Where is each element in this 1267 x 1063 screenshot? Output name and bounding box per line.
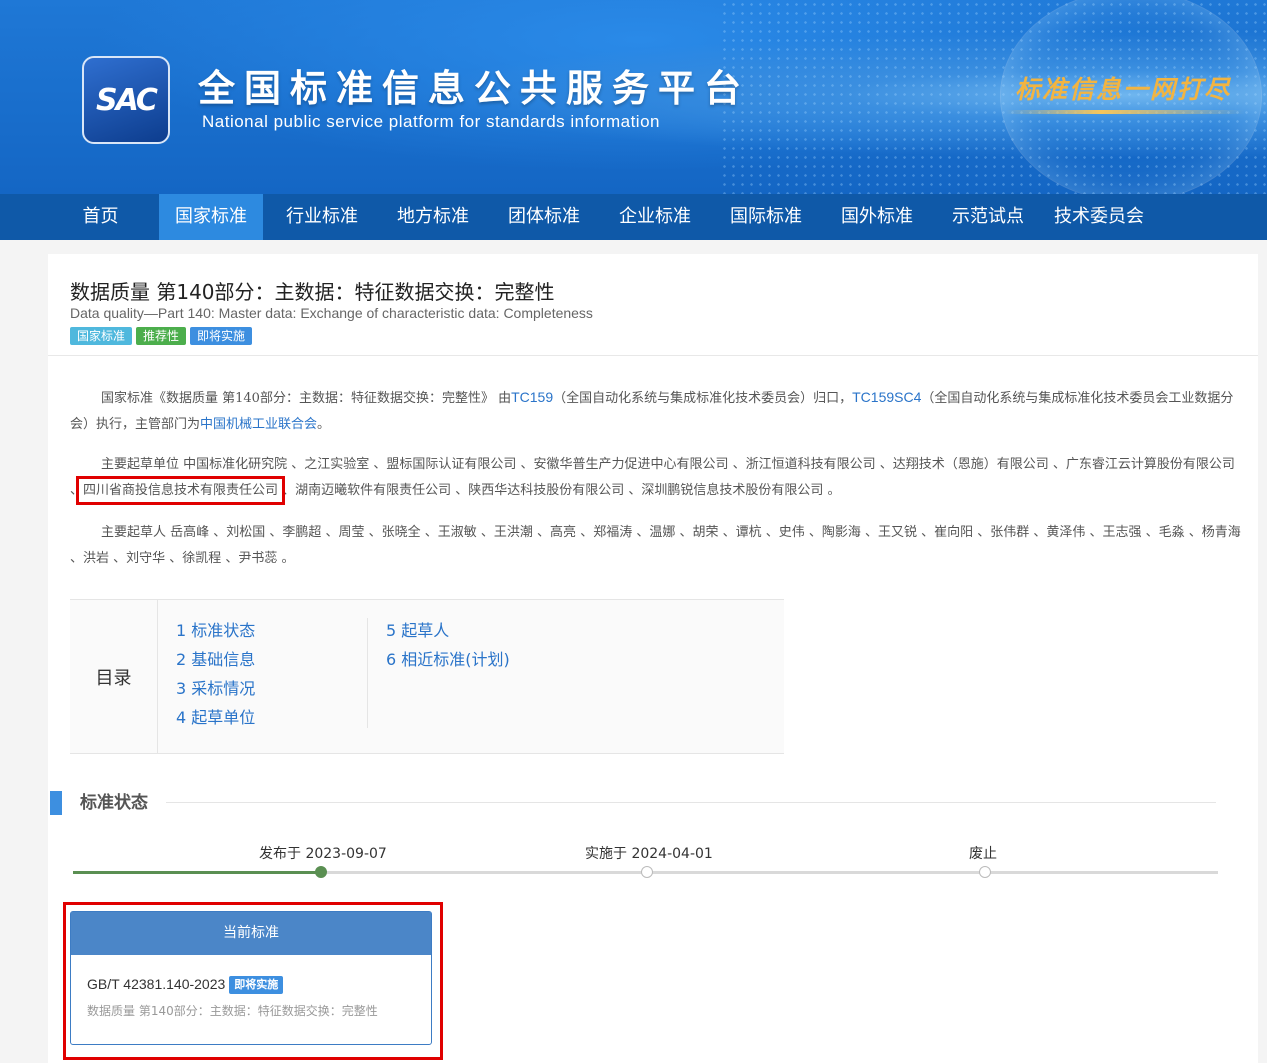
toc-item-status[interactable]: 1 标准状态 [176, 616, 255, 645]
slogan: 标准信息一网打尽 [1015, 75, 1232, 104]
timeline-dot-implemented [641, 866, 653, 878]
nav-local-standards[interactable]: 地方标准 [381, 194, 485, 240]
header-banner: SAC 全国标准信息公共服务平台 National public service… [0, 0, 1267, 194]
toc-item-adoption[interactable]: 3 采标情况 [176, 674, 255, 703]
tc159sc4-link[interactable]: TC159SC4 [852, 389, 921, 405]
toc-item-drafting-units[interactable]: 4 起草单位 [176, 703, 255, 732]
table-of-contents: 目录 1 标准状态 2 基础信息 3 采标情况 4 起草单位 5 起草人 6 相… [70, 599, 784, 754]
timeline-progress [73, 871, 320, 874]
divider [48, 355, 1258, 356]
toc-item-similar-standards[interactable]: 6 相近标准(计划) [386, 645, 510, 674]
nav-enterprise-standards[interactable]: 企业标准 [603, 194, 707, 240]
timeline-dot-abolished [979, 866, 991, 878]
tag-upcoming: 即将实施 [190, 327, 253, 345]
tag-recommended: 推荐性 [136, 327, 187, 345]
toc-label: 目录 [70, 600, 158, 753]
standard-title: 数据质量 第140部分：主数据：特征数据交换：完整性 [70, 280, 555, 304]
section-divider [166, 802, 1216, 803]
toc-item-basic-info[interactable]: 2 基础信息 [176, 645, 255, 674]
highlighted-drafting-unit: 四川省商投信息技术有限责任公司 [76, 476, 286, 505]
toc-item-drafters[interactable]: 5 起草人 [386, 616, 510, 645]
toc-column-1: 1 标准状态 2 基础信息 3 采标情况 4 起草单位 [176, 616, 255, 732]
drafting-units-paragraph: 主要起草单位 中国标准化研究院 、之江实验室 、盟标国际认证有限公司 、安徽华普… [70, 457, 1235, 505]
nav-industry-standards[interactable]: 行业标准 [270, 194, 374, 240]
description-paragraph: 国家标准《数据质量 第140部分：主数据：特征数据交换：完整性》 由TC159（… [70, 389, 1234, 432]
section-marker [50, 791, 62, 815]
main-nav: 首页 国家标准 行业标准 地方标准 团体标准 企业标准 国际标准 国外标准 示范… [0, 194, 1267, 240]
toc-column-2: 5 起草人 6 相近标准(计划) [386, 616, 510, 674]
standard-title-en: Data quality—Part 140: Master data: Exch… [70, 305, 593, 321]
sac-logo[interactable]: SAC [82, 56, 170, 144]
nav-international-standards[interactable]: 国际标准 [714, 194, 818, 240]
slogan-streak [1005, 110, 1245, 114]
section-title-status: 标准状态 [80, 793, 148, 813]
current-standard-badge: 即将实施 [229, 976, 284, 994]
timeline-abolished: 废止 [969, 846, 997, 862]
site-subtitle: National public service platform for sta… [202, 112, 660, 131]
tc159-link[interactable]: TC159 [511, 389, 553, 405]
nav-group-standards[interactable]: 团体标准 [492, 194, 596, 240]
current-standard-name: 数据质量 第140部分：主数据：特征数据交换：完整性 [87, 1004, 378, 1018]
timeline-published: 发布于 2023-09-07 [259, 846, 387, 862]
tag-national-standard: 国家标准 [70, 327, 133, 345]
nav-home[interactable]: 首页 [62, 194, 139, 240]
standard-detail-panel: 数据质量 第140部分：主数据：特征数据交换：完整性 Data quality—… [48, 254, 1258, 1063]
current-standard-code: GB/T 42381.140-2023 即将实施 [87, 976, 284, 994]
nav-foreign-standards[interactable]: 国外标准 [825, 194, 929, 240]
standard-tags: 国家标准 推荐性 即将实施 [70, 327, 253, 345]
current-standard-header: 当前标准 [71, 912, 431, 955]
site-title: 全国标准信息公共服务平台 [198, 67, 750, 110]
toc-separator [367, 618, 368, 728]
nav-demo-pilot[interactable]: 示范试点 [936, 194, 1040, 240]
timeline-dot-published [315, 866, 327, 878]
department-link[interactable]: 中国机械工业联合会 [200, 417, 317, 432]
nav-technical-committee[interactable]: 技术委员会 [1047, 194, 1151, 240]
drafters-paragraph: 主要起草人 岳高峰 、刘松国 、李鹏超 、周莹 、张晓全 、王淑敏 、王洪潮 、… [70, 525, 1241, 566]
nav-national-standards[interactable]: 国家标准 [159, 194, 263, 240]
current-standard-card[interactable]: 当前标准 GB/T 42381.140-2023 即将实施 数据质量 第140部分… [70, 911, 432, 1045]
timeline-implemented: 实施于 2024-04-01 [585, 846, 713, 862]
